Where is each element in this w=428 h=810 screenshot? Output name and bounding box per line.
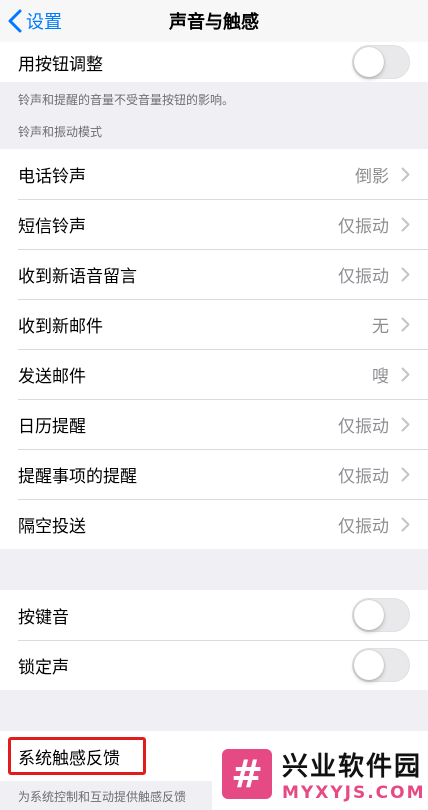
watermark-title: 兴业软件园 — [282, 751, 423, 782]
sound-pattern-value: 仅振动 — [338, 216, 389, 237]
watermark-logo: # — [222, 749, 272, 799]
back-button[interactable]: 设置 — [8, 0, 62, 42]
sound-pattern-value: 仅振动 — [338, 516, 389, 537]
sound-pattern-value: 仅振动 — [338, 466, 389, 487]
sound-pattern-label: 隔空投送 — [18, 516, 86, 537]
sound-pattern-label: 收到新语音留言 — [18, 266, 137, 287]
highlight-box — [8, 737, 146, 775]
watermark-url: MYXYJS.COM — [282, 782, 426, 803]
button-adjust-group: 用按钮调整 — [0, 42, 428, 82]
sound-pattern-row[interactable]: 短信铃声 仅振动 — [0, 199, 428, 249]
sound-pattern-label: 电话铃声 — [18, 166, 86, 187]
chevron-right-icon — [401, 467, 410, 482]
chevron-right-icon — [401, 167, 410, 182]
back-label: 设置 — [26, 12, 62, 33]
sound-pattern-row[interactable]: 提醒事项的提醒 仅振动 — [0, 449, 428, 499]
section-header-patterns: 铃声和振动模式 — [18, 125, 103, 139]
sound-pattern-label: 发送邮件 — [18, 366, 86, 387]
sound-pattern-row[interactable]: 日历提醒 仅振动 — [0, 399, 428, 449]
chevron-right-icon — [401, 517, 410, 532]
sound-toggle-row: 按键音 — [0, 590, 428, 640]
sound-pattern-value: 倒影 — [355, 166, 389, 187]
toggle-knob — [354, 600, 384, 630]
chevron-right-icon — [401, 317, 410, 332]
sound-toggle-label: 锁定声 — [18, 657, 69, 678]
button-adjust-toggle[interactable] — [352, 45, 410, 79]
button-adjust-footer: 铃声和提醒的音量不受音量按钮的影响。 — [18, 93, 235, 107]
sound-pattern-row[interactable]: 隔空投送 仅振动 — [0, 499, 428, 549]
sound-pattern-row[interactable]: 电话铃声 倒影 — [0, 149, 428, 199]
page-title: 声音与触感 — [169, 12, 259, 33]
chevron-right-icon — [401, 417, 410, 432]
sound-pattern-row[interactable]: 收到新邮件 无 — [0, 299, 428, 349]
sound-toggle-switch[interactable] — [352, 648, 410, 682]
sound-toggle-row: 锁定声 — [0, 640, 428, 690]
chevron-right-icon — [401, 267, 410, 282]
sound-pattern-row[interactable]: 收到新语音留言 仅振动 — [0, 249, 428, 299]
sound-pattern-value: 仅振动 — [338, 266, 389, 287]
sound-toggles-group: 按键音 锁定声 — [0, 590, 428, 690]
sound-patterns-group: 电话铃声 倒影 短信铃声 仅振动 收到新语音留言 仅振动 收到新邮件无发送邮件嗖日历提醒 仅振… — [0, 149, 428, 549]
navigation-bar: 设置 声音与触感 — [0, 0, 428, 42]
sound-toggle-label: 按键音 — [18, 607, 69, 628]
chevron-left-icon — [8, 9, 22, 33]
sound-toggle-switch[interactable] — [352, 598, 410, 632]
sound-pattern-label: 收到新邮件 — [18, 316, 103, 337]
sound-pattern-label: 短信铃声 — [18, 216, 86, 237]
toggle-knob — [354, 47, 384, 77]
sound-pattern-value: 仅振动 — [338, 416, 389, 437]
sound-pattern-value: 嗖 — [372, 366, 389, 387]
toggle-knob — [354, 650, 384, 680]
sound-pattern-label: 提醒事项的提醒 — [18, 466, 137, 487]
sound-pattern-value: 无 — [372, 316, 389, 337]
chevron-right-icon — [401, 217, 410, 232]
button-adjust-label: 用按钮调整 — [18, 54, 103, 75]
chevron-right-icon — [401, 367, 410, 382]
button-adjust-row: 用按钮调整 — [0, 42, 428, 82]
sound-pattern-label: 日历提醒 — [18, 416, 86, 437]
watermark: # 兴业软件园 MYXYJS.COM — [212, 738, 428, 810]
sound-pattern-row[interactable]: 发送邮件 嗖 — [0, 349, 428, 399]
